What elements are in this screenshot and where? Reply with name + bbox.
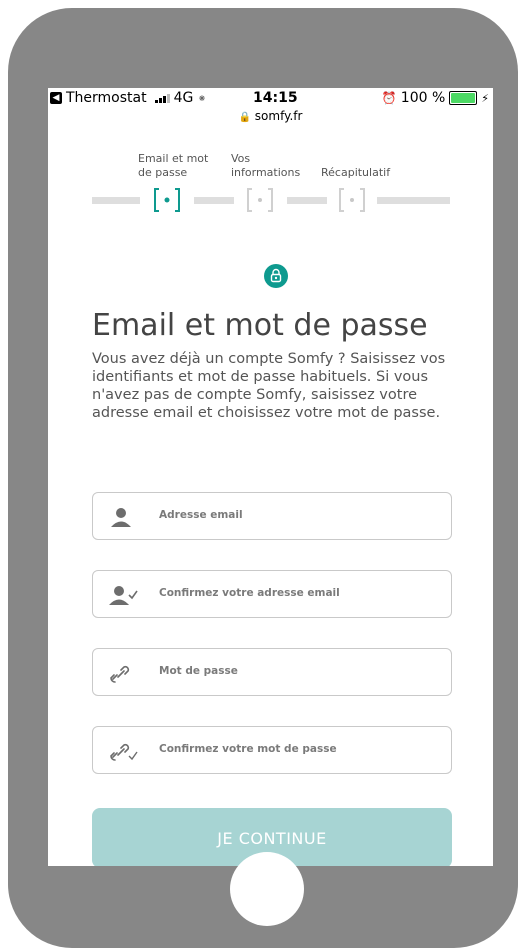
loading-icon: ⁕ (197, 91, 207, 105)
confirm-password-placeholder: Confirmez votre mot de passe (159, 743, 337, 755)
page-description: Vous avez déjà un compte Somfy ? Saisiss… (92, 351, 446, 421)
step-label-line: informations (231, 166, 301, 179)
progress-segment (194, 197, 234, 204)
user-check-icon (107, 583, 138, 607)
step-label-infos[interactable]: Vos informations (231, 152, 300, 180)
confirm-password-field[interactable]: Confirmez votre mot de passe (92, 726, 452, 774)
confirm-email-placeholder: Confirmez votre adresse email (159, 587, 340, 599)
step-label-line: Email et mot (138, 152, 209, 165)
home-button[interactable] (230, 852, 304, 926)
step-label-line: de passe (138, 166, 188, 179)
network-label: 4G (173, 90, 194, 106)
step-indicator (245, 185, 275, 215)
phone-frame: ◀ Thermostat 4G ⁕ 14:15 ⏰ 100 % ⚡ 🔒 somf… (8, 8, 518, 948)
progress-segment (92, 197, 140, 204)
step-label-recap[interactable]: Récapitulatif (321, 166, 390, 180)
back-app-label[interactable]: Thermostat (66, 90, 147, 106)
clock: 14:15 (253, 90, 298, 106)
progress-segment (287, 197, 327, 204)
step-label-line: Récapitulatif (321, 166, 391, 179)
url-text: somfy.fr (254, 109, 303, 123)
charging-icon: ⚡ (481, 91, 489, 105)
padlock-icon (264, 264, 288, 288)
page-title: Email et mot de passe (92, 308, 428, 343)
alarm-icon: ⏰ (381, 91, 397, 105)
confirm-email-field[interactable]: Confirmez votre adresse email (92, 570, 452, 618)
battery-label: 100 % (400, 90, 446, 106)
email-placeholder: Adresse email (159, 509, 243, 521)
progress-segment (377, 197, 450, 204)
password-field[interactable]: Mot de passe (92, 648, 452, 696)
url-bar[interactable]: 🔒 somfy.fr (48, 109, 493, 123)
battery-icon (449, 91, 478, 105)
screen: ◀ Thermostat 4G ⁕ 14:15 ⏰ 100 % ⚡ 🔒 somf… (48, 88, 493, 866)
user-icon (107, 505, 135, 529)
step-indicator (337, 185, 367, 215)
password-placeholder: Mot de passe (159, 665, 238, 677)
lock-small-icon: 🔒 (238, 112, 251, 123)
back-arrow-icon[interactable]: ◀ (50, 92, 62, 104)
link-icon (107, 661, 135, 685)
email-field[interactable]: Adresse email (92, 492, 452, 540)
step-label-email[interactable]: Email et mot de passe (138, 152, 208, 180)
step-indicator-active (152, 185, 182, 215)
status-bar: ◀ Thermostat 4G ⁕ 14:15 ⏰ 100 % ⚡ (48, 88, 493, 108)
step-label-line: Vos (231, 152, 251, 165)
link-check-icon (107, 739, 138, 763)
signal-icon (154, 93, 170, 103)
